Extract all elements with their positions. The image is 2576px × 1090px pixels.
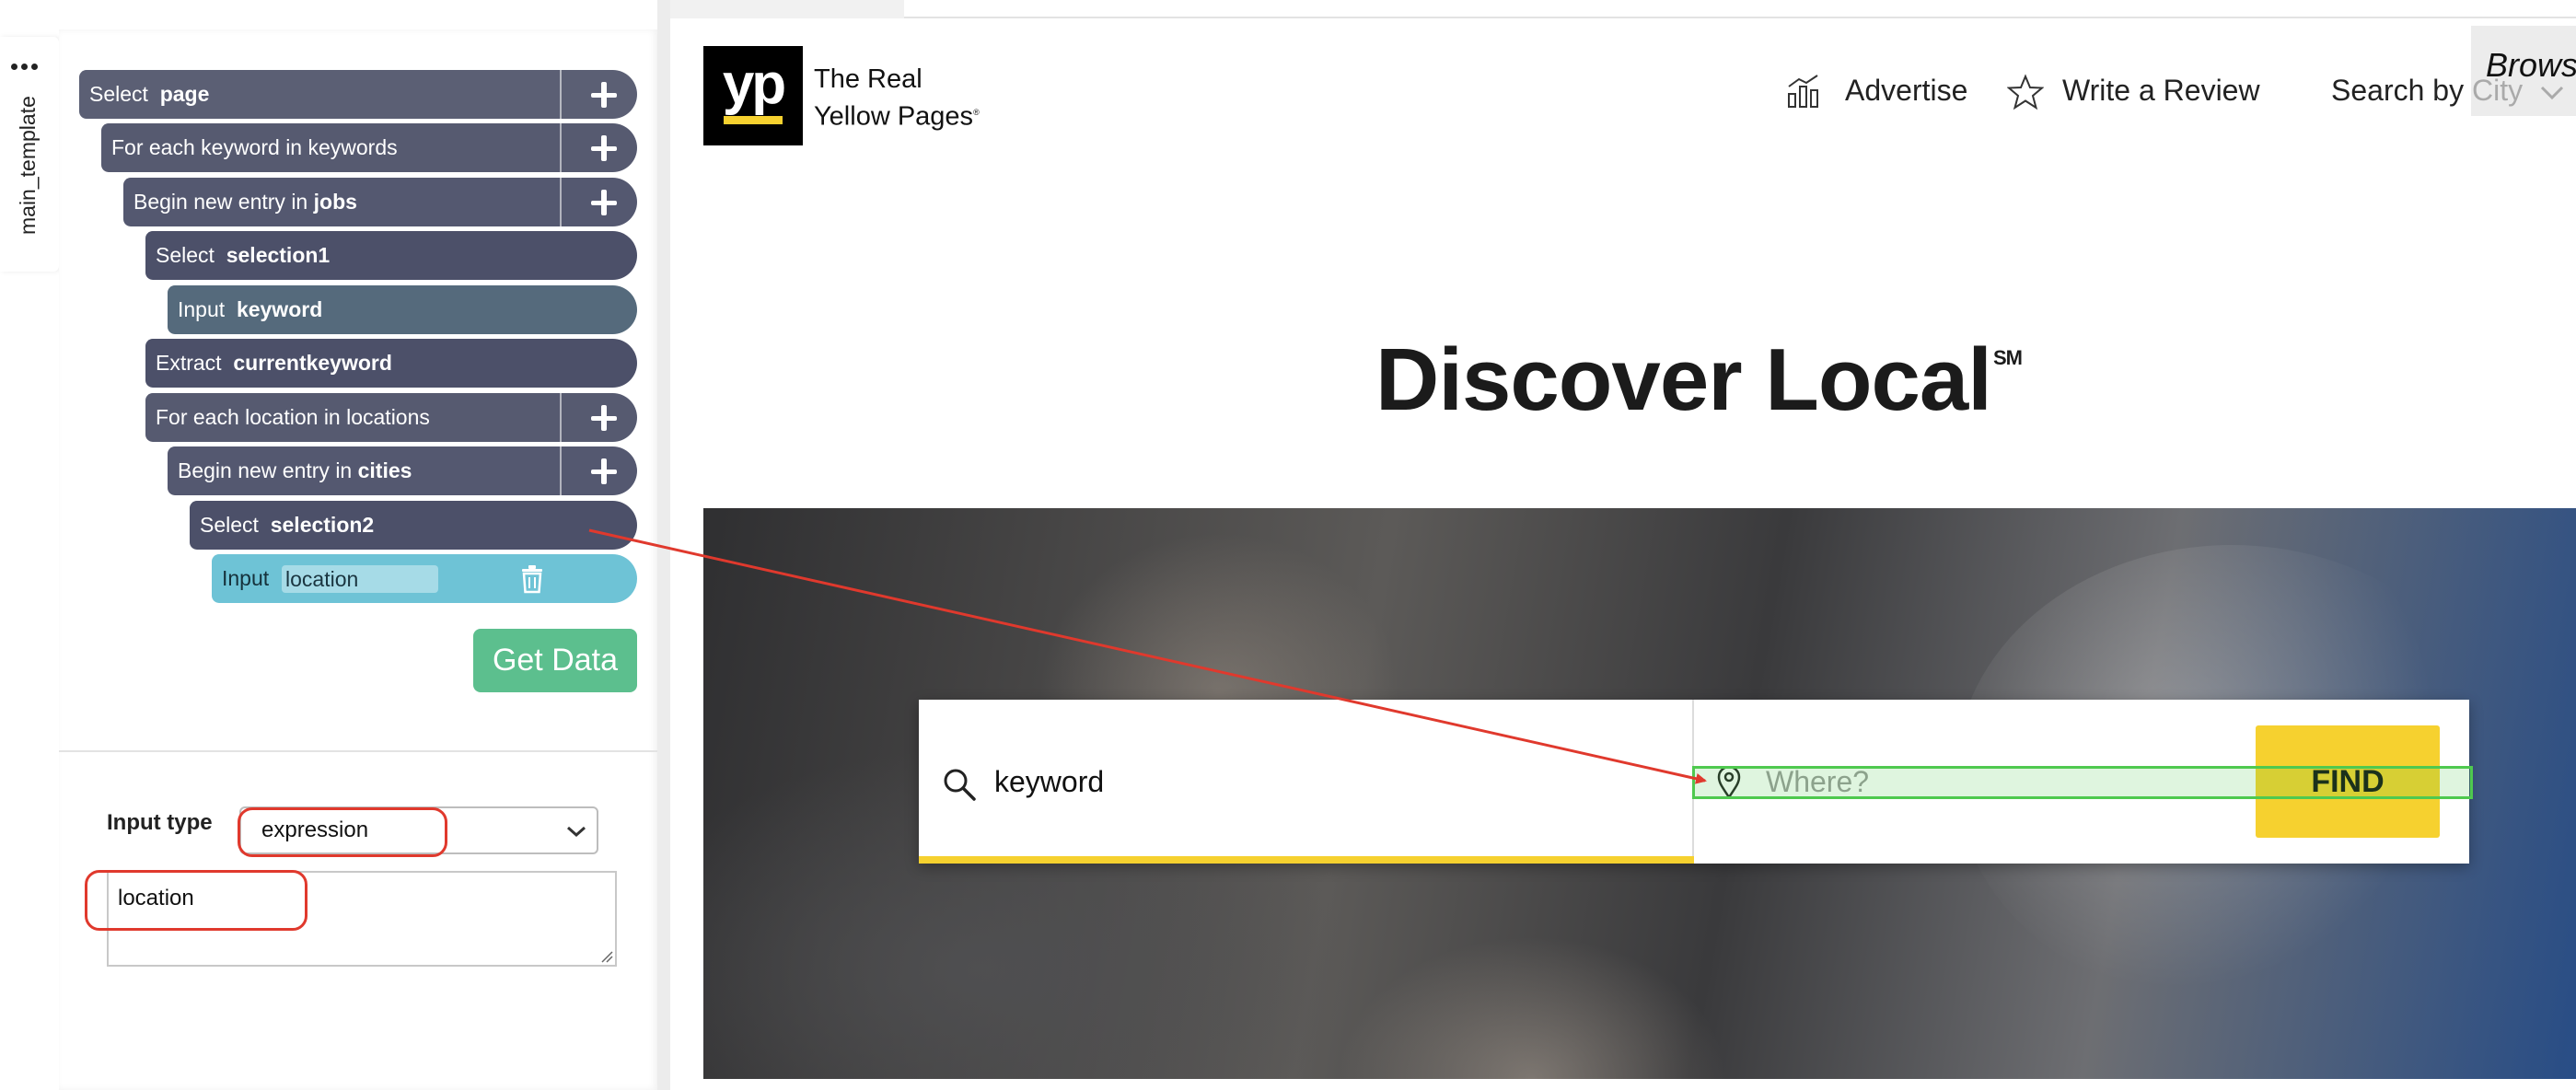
command-extract-currentkeyword[interactable]: Extract currentkeyword [145,339,637,388]
yp-logo-underline [724,116,783,124]
command-target: keyword [236,297,323,321]
hero-title-text: Discover Local [1375,330,1992,429]
panel-divider [59,750,657,752]
command-select-selection2[interactable]: Select selection2 [190,501,637,550]
command-target: currentkeyword [233,351,392,375]
address-bar[interactable] [904,0,2576,18]
search-icon [944,769,976,801]
command-verb: Input [178,297,226,321]
command-target: jobs [313,190,357,214]
add-command-plus-icon[interactable] [560,178,637,226]
what-search-field[interactable]: keyword [919,700,1694,864]
add-command-plus-icon[interactable] [560,70,637,119]
template-tab-label: main_template [16,96,40,235]
command-target: cities [357,458,412,482]
command-verb: Input [222,566,270,590]
command-begin-entry-cities[interactable]: Begin new entry in cities [168,446,637,495]
input-type-label: Input type [107,810,213,835]
selected-element-highlight [1692,766,2473,799]
annotation-highlight-textarea [85,870,307,931]
command-input-keyword[interactable]: Input keyword [168,285,637,334]
command-verb: Begin new entry in [133,190,308,214]
site-name[interactable]: The Real Yellow Pages® [814,63,980,133]
command-verb: Select [89,82,148,106]
get-data-button[interactable]: Get Data [473,629,637,692]
chevron-down-icon[interactable] [2539,85,2565,101]
command-for-each-keyword[interactable]: For each keyword in keywords [101,123,637,172]
browse-label[interactable]: Brows [2486,46,2576,85]
command-target: page [159,82,210,106]
command-verb: Extract [156,351,222,375]
command-input-location[interactable]: Input location [212,554,637,603]
chevron-down-icon [567,826,586,838]
nav-advertise-link[interactable]: Advertise [1845,74,1967,108]
more-options-icon[interactable] [11,61,39,72]
search-by-label: Search by [2331,74,2465,107]
command-for-each-location[interactable]: For each location in locations [145,393,637,442]
site-name-line1: The Real [814,64,922,94]
command-verb: Select [200,513,259,537]
bar-chart-icon[interactable] [1786,74,1821,109]
add-command-plus-icon[interactable] [560,393,637,442]
yp-logo-text: yp [722,52,786,116]
registered-mark: ® [973,108,980,117]
site-name-line2: Yellow Pages [814,101,974,132]
service-mark: SM [1992,346,2023,369]
command-begin-entry-jobs[interactable]: Begin new entry in jobs [123,178,637,226]
star-icon[interactable] [2007,74,2044,110]
command-verb: For each keyword in keywords [111,135,398,159]
panel-separator[interactable] [657,0,670,1090]
command-verb: Select [156,243,215,267]
add-command-plus-icon[interactable] [560,123,637,172]
what-input-value: keyword [994,765,1105,798]
command-verb: Begin new entry in [178,458,353,482]
input-location-chip[interactable]: location [282,565,438,593]
what-field-underline [919,856,1694,864]
command-verb: For each location in locations [156,405,430,429]
hero-title: Discover LocalSM [1375,330,2023,431]
command-target: selection1 [226,243,331,267]
command-target: selection2 [270,513,375,537]
command-select-selection1[interactable]: Select selection1 [145,231,637,280]
yp-logo[interactable]: yp [703,46,803,145]
command-select-page[interactable]: Select page [79,70,637,119]
add-command-plus-icon[interactable] [560,446,637,495]
trash-icon[interactable] [519,564,545,594]
resize-handle-icon[interactable] [600,950,613,963]
nav-write-review-link[interactable]: Write a Review [2062,74,2260,108]
annotation-highlight-select [238,807,447,857]
